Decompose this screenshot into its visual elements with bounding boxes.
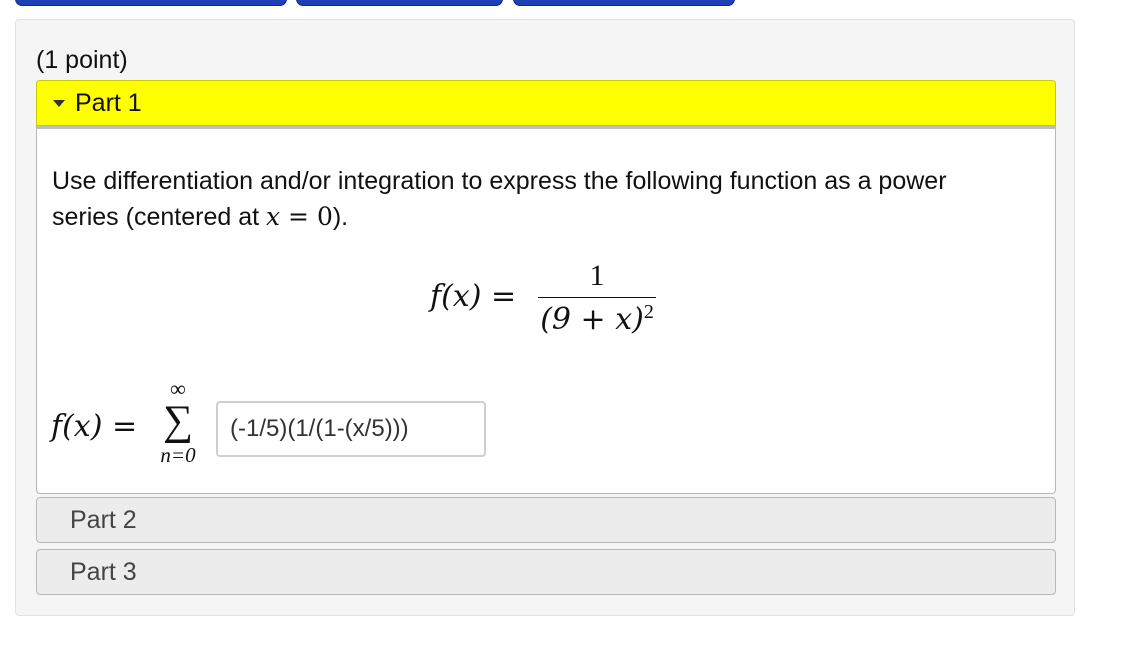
denominator-exponent: 2 [643, 301, 654, 323]
part-1-body: Use differentiation and/or integration t… [36, 126, 1056, 494]
instructions-text: Use differentiation and/or integration t… [52, 167, 947, 231]
part-3-label: Part 3 [70, 557, 137, 586]
function-lhs: f(x) = [430, 279, 517, 314]
function-fraction: 1 (9 + x)2 [538, 257, 656, 338]
top-tab-bar [0, 0, 1131, 6]
caret-down-icon [53, 99, 65, 107]
instructions-equality: = 0 [280, 202, 333, 231]
instructions-variable: x [266, 202, 281, 231]
part-1-label: Part 1 [75, 88, 142, 117]
sum-upper-limit: ∞ [170, 376, 186, 401]
problem-container: (1 point) Part 1 Use differentiation and… [15, 19, 1075, 616]
function-equation: f(x) = 1 (9 + x)2 [430, 257, 670, 347]
answer-lhs: f(x) = [51, 409, 138, 444]
top-tab-3[interactable] [513, 0, 735, 6]
top-tab-2[interactable] [296, 0, 503, 6]
problem-points: (1 point) [36, 46, 128, 74]
summation: ∞ ∑ n=0 [155, 376, 201, 468]
instructions: Use differentiation and/or integration t… [52, 163, 1012, 235]
sum-lower-limit: n=0 [160, 443, 196, 467]
fraction-denominator: (9 + x)2 [538, 298, 656, 338]
sigma-icon: ∑ [163, 398, 193, 444]
part-1-header[interactable]: Part 1 [36, 80, 1056, 126]
fraction-numerator: 1 [589, 259, 605, 292]
part-2-header[interactable]: Part 2 [36, 497, 1056, 543]
instructions-end: ). [332, 203, 349, 231]
part-3-header[interactable]: Part 3 [36, 549, 1056, 595]
top-tab-1[interactable] [15, 0, 287, 6]
answer-row: f(x) = ∞ ∑ n=0 [51, 376, 551, 479]
answer-input[interactable] [216, 401, 486, 457]
denominator-base: (9 + x) [540, 302, 644, 337]
part-2-label: Part 2 [70, 505, 137, 534]
